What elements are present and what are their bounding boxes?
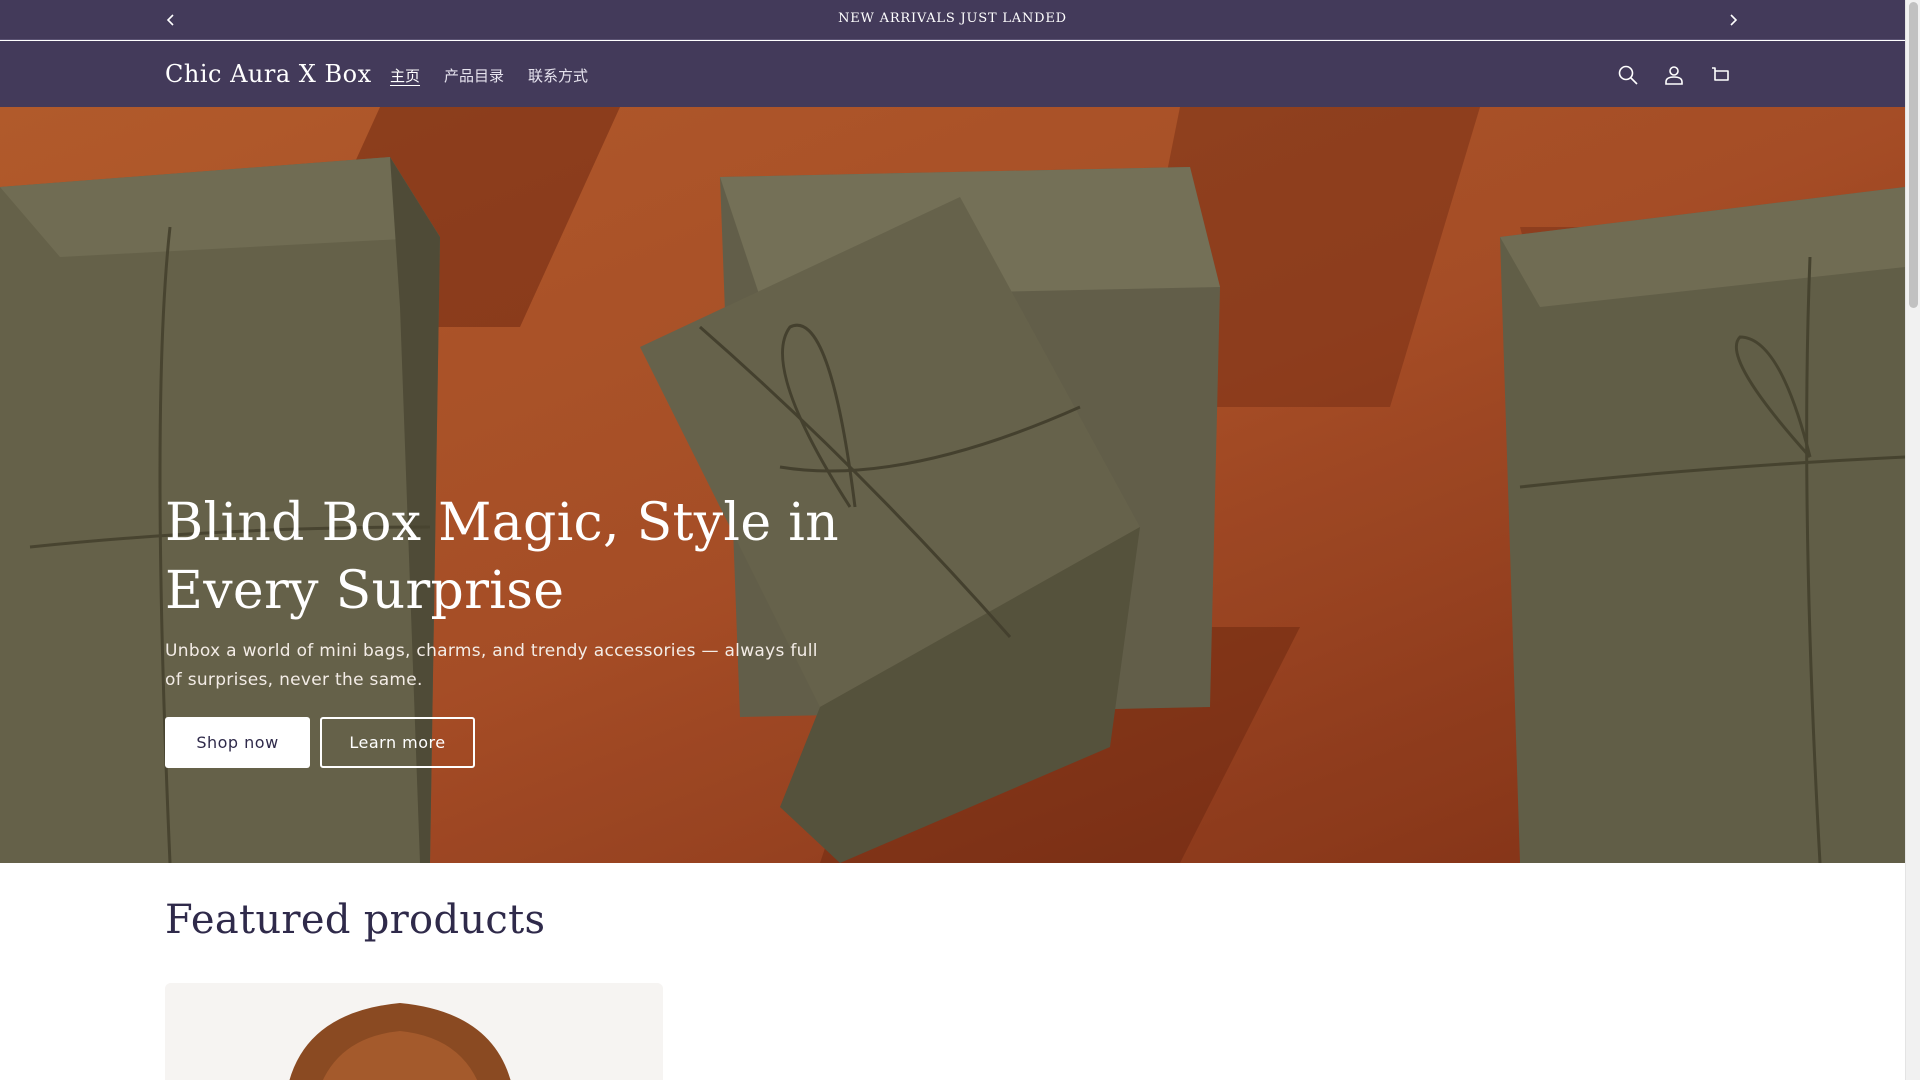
learn-more-button[interactable]: Learn more <box>320 717 475 768</box>
hero-banner: Blind Box Magic, Style in Every Surprise… <box>0 107 1905 863</box>
nav-item-contact[interactable]: 联系方式 <box>516 66 600 86</box>
search-button[interactable] <box>1615 62 1641 88</box>
hero-subtitle: Unbox a world of mini bags, charms, and … <box>165 641 818 690</box>
page-scrollbar[interactable] <box>1905 0 1920 1080</box>
search-icon <box>1618 65 1638 85</box>
nav-item-home[interactable]: 主页 <box>378 66 432 86</box>
scrollbar-thumb[interactable] <box>1909 2 1918 308</box>
account-button[interactable] <box>1661 62 1687 88</box>
shop-now-button[interactable]: Shop now <box>165 717 310 768</box>
featured-products-heading: Featured products <box>165 897 546 943</box>
cart-icon <box>1712 67 1729 81</box>
store-logo[interactable]: Chic Aura X Box <box>165 60 372 88</box>
hero-title: Blind Box Magic, Style in Every Surprise <box>165 493 839 621</box>
announcement-text: NEW ARRIVALS JUST LANDED <box>838 11 1067 26</box>
announcement-next-button[interactable] <box>1723 10 1743 30</box>
nav-item-catalog[interactable]: 产品目录 <box>432 66 516 86</box>
product-card[interactable] <box>165 983 663 1080</box>
account-icon <box>1665 66 1683 85</box>
cart-button[interactable] <box>1708 62 1734 88</box>
chevron-right-icon <box>1730 14 1738 26</box>
site-header: Chic Aura X Box 主页 产品目录 联系方式 <box>0 41 1905 107</box>
main-nav: 主页 产品目录 联系方式 <box>378 66 600 86</box>
product-image <box>165 983 663 1080</box>
announcement-bar: NEW ARRIVALS JUST LANDED <box>0 0 1905 40</box>
